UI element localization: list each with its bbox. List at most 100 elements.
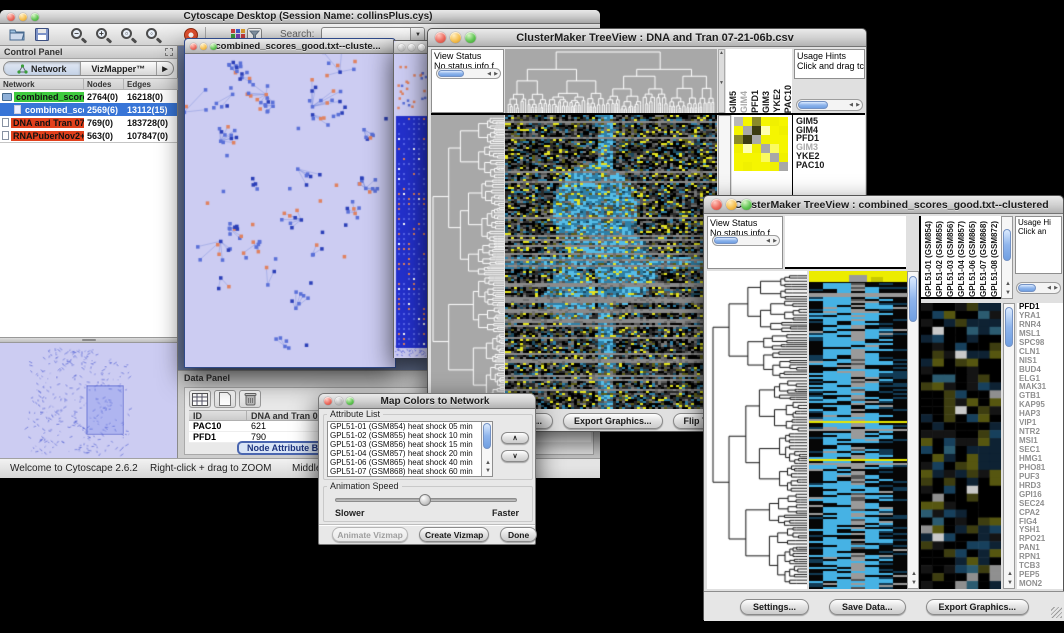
attribute-item[interactable]: GPL51-04 (GSM857) heat shock 20 min: [328, 449, 492, 458]
column-label[interactable]: GPL51-07 (GSM868): [978, 221, 989, 297]
scroll-up-icon[interactable]: ▲: [485, 460, 491, 466]
scrollbar-thumb[interactable]: [483, 423, 491, 449]
minimize-button[interactable]: [726, 199, 737, 210]
scroll-up-icon[interactable]: ▲: [1007, 571, 1013, 577]
close-button[interactable]: [324, 397, 332, 405]
scroll-right-icon[interactable]: ▶: [1054, 286, 1058, 291]
view-status-hscrollbar[interactable]: ◀ ▶: [436, 68, 501, 79]
close-button[interactable]: [190, 43, 197, 50]
treeview-combined-title-bar[interactable]: ClusterMaker TreeView : combined_scores_…: [704, 196, 1063, 214]
network-table-row[interactable]: combined_scores 2764(0) 16218(0): [0, 90, 177, 103]
dialog-button[interactable]: Create Vizmap: [419, 527, 489, 542]
treeview-button[interactable]: Save Data...: [829, 599, 906, 615]
new-attribute-icon[interactable]: [214, 390, 236, 408]
label-scroll-strip[interactable]: ▲▼: [718, 49, 725, 113]
tab-vizmapper[interactable]: VizMapper™: [81, 62, 158, 75]
network-table-row[interactable]: RNAPuberNov2+ 563(0) 107847(0): [0, 129, 177, 142]
column-label[interactable]: GPL51-08 (GSM872): [989, 221, 1000, 297]
move-down-button[interactable]: ∨: [501, 450, 529, 462]
minimize-button[interactable]: [408, 44, 415, 51]
scroll-right-icon[interactable]: ▶: [494, 72, 498, 77]
minimize-button[interactable]: [19, 13, 27, 21]
treeview-button[interactable]: Export Graphics...: [926, 599, 1030, 615]
network-table-row[interactable]: combined_sco 2569(6) 13112(15): [0, 103, 177, 116]
column-label[interactable]: GPL51-01 (GSM854): [923, 221, 934, 297]
selection-heatmap-canvas[interactable]: [921, 303, 1001, 589]
network-table-row[interactable]: DNA and Tran 07 769(0) 183728(0): [0, 116, 177, 129]
row-dendrogram-canvas[interactable]: [707, 271, 807, 589]
column-dendrogram-canvas[interactable]: [505, 49, 717, 113]
close-button[interactable]: [435, 32, 446, 43]
attribute-item[interactable]: GPL51-01 (GSM854) heat shock 05 min: [328, 422, 492, 431]
scrollbar-thumb[interactable]: [909, 276, 917, 322]
column-label[interactable]: GPL51-04 (GSM857): [956, 221, 967, 297]
column-network[interactable]: Network: [0, 78, 84, 90]
float-panel-icon[interactable]: [165, 48, 173, 56]
move-up-button[interactable]: ∧: [501, 432, 529, 444]
select-attributes-icon[interactable]: [189, 390, 211, 408]
delete-attribute-icon[interactable]: [239, 390, 261, 408]
scroll-down-icon[interactable]: ▼: [485, 468, 491, 474]
usage-hints-hscrollbar[interactable]: ◀ ▶: [796, 99, 863, 111]
gene-label[interactable]: MON2: [1019, 580, 1063, 589]
scroll-down-icon[interactable]: ▼: [911, 580, 917, 586]
treeview-button[interactable]: Export Graphics...: [563, 413, 663, 429]
dense-network-canvas[interactable]: [394, 54, 431, 358]
scroll-right-icon[interactable]: ▶: [773, 239, 777, 244]
dialog-title-bar[interactable]: Map Colors to Network: [319, 394, 535, 409]
slider-thumb[interactable]: [419, 494, 431, 506]
scroll-left-icon[interactable]: ◀: [1047, 286, 1051, 291]
zoom-out-icon[interactable]: −: [67, 26, 89, 44]
minimize-button[interactable]: [200, 43, 207, 50]
zoom-button[interactable]: [741, 199, 752, 210]
column-label[interactable]: GIM5: [728, 91, 739, 113]
scrollbar-thumb[interactable]: [798, 101, 828, 109]
scroll-down-icon[interactable]: ▼: [1007, 580, 1013, 586]
column-label[interactable]: GIM4: [739, 91, 750, 113]
zoom-button[interactable]: [31, 13, 39, 21]
column-label[interactable]: GPL51-06 (GSM865): [967, 221, 978, 297]
scrollbar-thumb[interactable]: [1018, 284, 1036, 292]
zoom-in-icon[interactable]: +: [92, 26, 114, 44]
treeview-dna-title-bar[interactable]: ClusterMaker TreeView : DNA and Tran 07-…: [428, 29, 866, 47]
close-button[interactable]: [7, 13, 15, 21]
zoom-fit-icon[interactable]: ▫: [117, 26, 139, 44]
column-nodes[interactable]: Nodes: [84, 78, 124, 90]
background-window-title-bar[interactable]: [394, 41, 431, 54]
scrollbar-thumb[interactable]: [438, 70, 464, 77]
usage-hints-hscrollbar[interactable]: ◀ ▶: [1016, 282, 1061, 294]
network-view-title-bar[interactable]: combined_scores_good.txt--cluste...: [185, 39, 395, 54]
zoom-button[interactable]: [418, 44, 425, 51]
scroll-left-icon[interactable]: ◀: [766, 239, 770, 244]
tab-network[interactable]: Network: [4, 62, 81, 75]
zoom-selected-icon[interactable]: ◦: [142, 26, 164, 44]
zoom-button[interactable]: [346, 397, 354, 405]
scrollbar-thumb[interactable]: [1005, 307, 1013, 347]
zoom-button[interactable]: [465, 32, 476, 43]
close-button[interactable]: [398, 44, 405, 51]
attribute-item[interactable]: GPL51-06 (GSM865) heat shock 40 min: [328, 458, 492, 467]
column-label[interactable]: YKE2: [772, 89, 783, 113]
minimize-button[interactable]: [335, 397, 343, 405]
save-session-icon[interactable]: [31, 26, 53, 44]
column-label[interactable]: PAC10: [783, 85, 792, 113]
column-label[interactable]: GIM3: [761, 91, 772, 113]
attribute-item[interactable]: GPL51-07 (GSM868) heat shock 60 min: [328, 467, 492, 476]
minimize-button[interactable]: [450, 32, 461, 43]
row-label[interactable]: PAC10: [796, 161, 824, 170]
selection-matrix[interactable]: [734, 117, 788, 171]
column-dendrogram-empty[interactable]: [785, 216, 906, 269]
attribute-item[interactable]: GPL51-03 (GSM856) heat shock 15 min: [328, 440, 492, 449]
scroll-left-icon[interactable]: ◀: [849, 103, 853, 108]
dialog-button[interactable]: Done: [500, 527, 537, 542]
column-label[interactable]: PFD1: [750, 90, 761, 113]
scroll-right-icon[interactable]: ▶: [856, 103, 860, 108]
scroll-down-icon[interactable]: ▼: [1005, 290, 1011, 296]
tab-overflow-arrow[interactable]: ▶: [157, 62, 173, 75]
heatmap-vscrollbar[interactable]: ▲ ▼: [907, 271, 919, 589]
scroll-up-icon[interactable]: ▲: [1005, 281, 1011, 287]
network-overview-canvas[interactable]: [0, 343, 177, 458]
column-label[interactable]: GPL51-02 (GSM855): [934, 221, 945, 297]
scroll-left-icon[interactable]: ◀: [487, 72, 491, 77]
zoom-button[interactable]: [210, 43, 217, 50]
